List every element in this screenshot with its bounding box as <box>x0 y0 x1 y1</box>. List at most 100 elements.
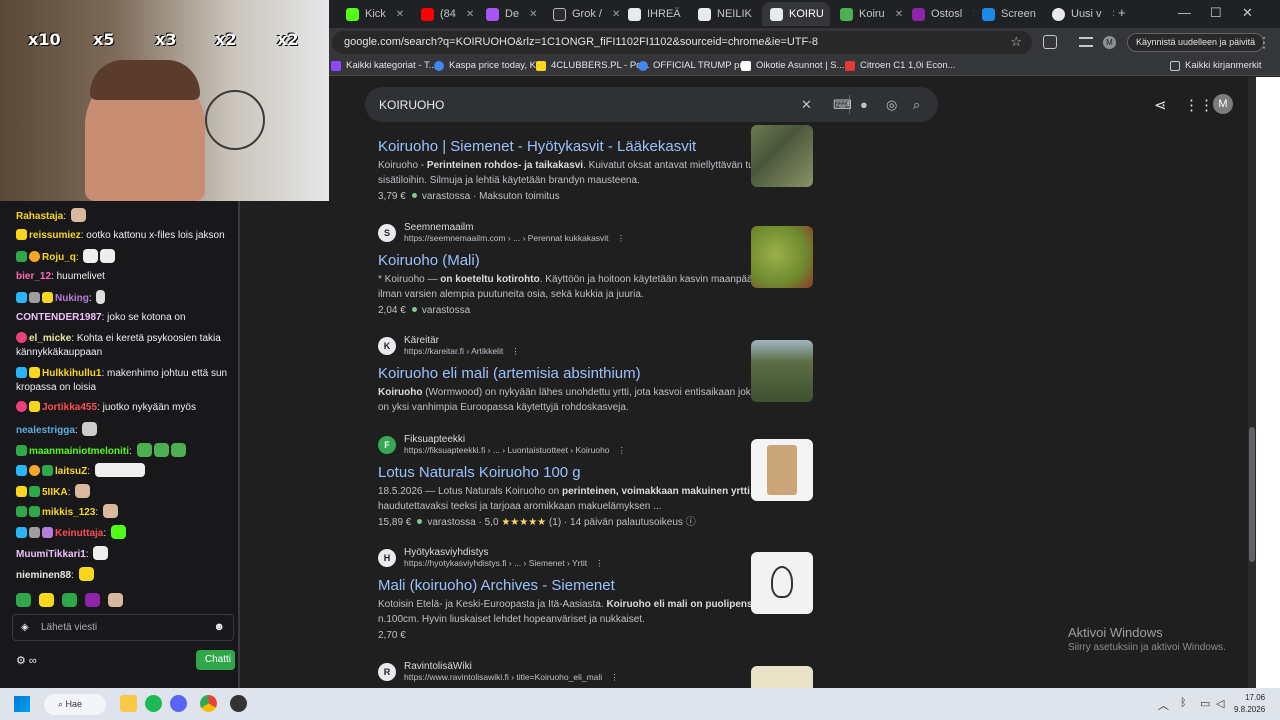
bookmark-item[interactable]: Kaspa price today, K... <box>434 60 544 71</box>
emote-icon[interactable] <box>85 593 100 607</box>
file-explorer-icon[interactable] <box>120 695 137 712</box>
tab-kick[interactable]: Kick ✕ <box>338 2 413 26</box>
emoji-icon[interactable]: ☻ <box>213 621 225 633</box>
close-icon[interactable]: ✕ <box>529 9 537 20</box>
emote-icon[interactable] <box>16 593 31 607</box>
bookmark-item[interactable]: Kaikki kategoriat - T... <box>331 60 437 71</box>
share-icon[interactable]: ⋖ <box>1154 96 1167 114</box>
bookmark-item[interactable]: Citroen C1 1,0i Econ... <box>845 60 956 71</box>
more-options-icon[interactable]: ⋮ <box>595 558 604 568</box>
more-options-icon[interactable]: ⋮ <box>618 445 627 455</box>
close-icon[interactable]: ✕ <box>895 9 903 20</box>
all-bookmarks[interactable]: Kaikki kirjanmerkit <box>1170 60 1262 71</box>
chat-username[interactable]: CONTENDER1987 <box>16 312 102 323</box>
mic-icon[interactable]: ● <box>860 97 868 112</box>
chat-username[interactable]: Keinuttaja <box>55 528 103 539</box>
taskbar-search[interactable]: ⌕ Hae <box>44 694 106 715</box>
send-chat-button[interactable]: Chatti <box>196 650 235 670</box>
emote-icon[interactable] <box>62 593 77 607</box>
chat-username[interactable]: reissumiez <box>29 230 81 241</box>
tab-grok[interactable]: Grok / ✕ <box>545 2 620 26</box>
search-bar[interactable]: KOIRUOHO ✕ ⌨ ● ◎ ⌕ <box>365 87 938 122</box>
chat-username[interactable]: nealestrigga <box>16 425 75 436</box>
chrome-icon[interactable] <box>200 695 217 712</box>
emote-icon[interactable] <box>108 593 123 607</box>
shield-icon[interactable]: ◈ <box>21 622 29 633</box>
bluetooth-icon[interactable]: ᛒ <box>1180 697 1187 709</box>
discord-icon[interactable] <box>170 695 187 712</box>
bookmark-item[interactable]: 4CLUBBERS.PL - Po... <box>536 60 649 71</box>
new-tab-icon[interactable]: + <box>1118 5 1126 20</box>
apps-icon[interactable]: ⋮⋮ <box>1184 96 1214 114</box>
network-icon[interactable]: ▭ <box>1200 697 1210 710</box>
scrollbar-thumb[interactable] <box>1249 427 1255 562</box>
lens-icon[interactable]: ◎ <box>886 97 897 113</box>
media-control-icon[interactable] <box>1079 37 1093 47</box>
chat-username[interactable]: 5IIKA <box>42 487 68 498</box>
chat-username[interactable]: MuumiTikkari1 <box>16 549 86 560</box>
chat-username[interactable]: Hulkkihullu1 <box>42 368 101 379</box>
minimize-icon[interactable]: — <box>1178 5 1191 20</box>
more-options-icon[interactable]: ⋮ <box>511 346 520 356</box>
tab-de[interactable]: De ✕ <box>478 2 540 26</box>
chat-username[interactable]: bier_12 <box>16 271 51 282</box>
result-thumbnail[interactable] <box>751 666 813 688</box>
more-menu-icon[interactable]: ⋮ <box>1257 34 1271 51</box>
bookmark-item[interactable]: Oikotie Asunnot | S... <box>741 60 845 71</box>
settings-icon[interactable]: ⚙ ∞ <box>16 654 37 667</box>
chat-username[interactable]: laitsuZ <box>55 466 87 477</box>
page-scrollbar[interactable] <box>1248 77 1256 688</box>
more-options-icon[interactable]: ⋮ <box>617 233 626 243</box>
search-icon[interactable]: ⌕ <box>913 97 920 113</box>
chat-input[interactable]: ◈ Lähetä viesti ☻ <box>12 614 234 641</box>
bookmark-star-icon[interactable]: ☆ <box>1010 34 1022 50</box>
more-options-icon[interactable]: ⋮ <box>610 672 619 682</box>
keyboard-icon[interactable]: ⌨ <box>833 97 852 113</box>
result-thumbnail[interactable] <box>751 552 813 614</box>
close-icon[interactable]: ✕ <box>396 9 404 20</box>
result-thumbnail[interactable] <box>751 226 813 288</box>
close-icon[interactable]: ✕ <box>612 9 620 20</box>
tab-ostos[interactable]: Ostosl ✕ <box>904 2 974 26</box>
bookmark-item[interactable]: OFFICIAL TRUMP pr... <box>638 60 750 71</box>
clear-icon[interactable]: ✕ <box>801 97 812 113</box>
system-clock[interactable]: 17.06 9.8.2026 <box>1234 692 1265 716</box>
start-icon[interactable] <box>14 696 30 712</box>
tab-ihrea[interactable]: IHREÄ ✕ <box>620 2 690 26</box>
close-icon[interactable]: ✕ <box>1112 9 1114 20</box>
tab-koiruoho-active[interactable]: KOIRU ✕ <box>762 2 830 26</box>
search-input[interactable]: KOIRUOHO <box>379 98 444 112</box>
chat-username[interactable]: Jortikka455 <box>42 402 97 413</box>
chat-username[interactable]: Roju_q <box>42 252 76 263</box>
chat-username[interactable]: el_micke <box>29 333 71 344</box>
result-thumbnail[interactable] <box>751 125 813 187</box>
tab-neilik[interactable]: NEILIK ✕ <box>690 2 762 26</box>
chat-username[interactable]: Rahastaja <box>16 211 63 222</box>
info-icon[interactable]: ⓘ <box>686 517 696 528</box>
tab-koiru[interactable]: Koiru ✕ <box>832 2 904 26</box>
url-text[interactable]: google.com/search?q=KOIRUOHO&rlz=1C1ONGR… <box>344 36 818 48</box>
emote-icon[interactable] <box>39 593 54 607</box>
tab-screen[interactable]: Screen ✕ <box>974 2 1044 26</box>
chat-username[interactable]: Nuking <box>55 293 89 304</box>
omnibox[interactable]: google.com/search?q=KOIRUOHO&rlz=1C1ONGR… <box>332 31 1032 54</box>
chevron-up-icon[interactable]: ︿ <box>1158 697 1169 713</box>
user-avatar[interactable]: M <box>1213 94 1233 114</box>
maximize-icon[interactable]: ☐ <box>1210 5 1222 21</box>
close-icon[interactable]: ✕ <box>466 9 474 20</box>
background-window-edge[interactable] <box>1256 77 1280 688</box>
chat-username[interactable]: maanmainiotmeloniti <box>29 446 129 457</box>
obs-icon[interactable] <box>230 695 247 712</box>
tab-youtube[interactable]: (84 ✕ <box>413 2 478 26</box>
chat-username[interactable]: mikkis_123 <box>42 507 95 518</box>
result-thumbnail[interactable] <box>751 439 813 501</box>
result-thumbnail[interactable] <box>751 340 813 402</box>
profile-avatar[interactable]: M <box>1103 36 1116 49</box>
spotify-icon[interactable] <box>145 695 162 712</box>
tab-new[interactable]: Uusi v ✕ <box>1044 2 1114 26</box>
volume-icon[interactable]: ◁ <box>1216 697 1224 710</box>
extensions-icon[interactable] <box>1043 35 1057 49</box>
window-close-icon[interactable]: ✕ <box>1242 5 1253 21</box>
chat-scrollbar[interactable] <box>238 201 240 688</box>
chat-username[interactable]: nieminen88 <box>16 570 71 581</box>
